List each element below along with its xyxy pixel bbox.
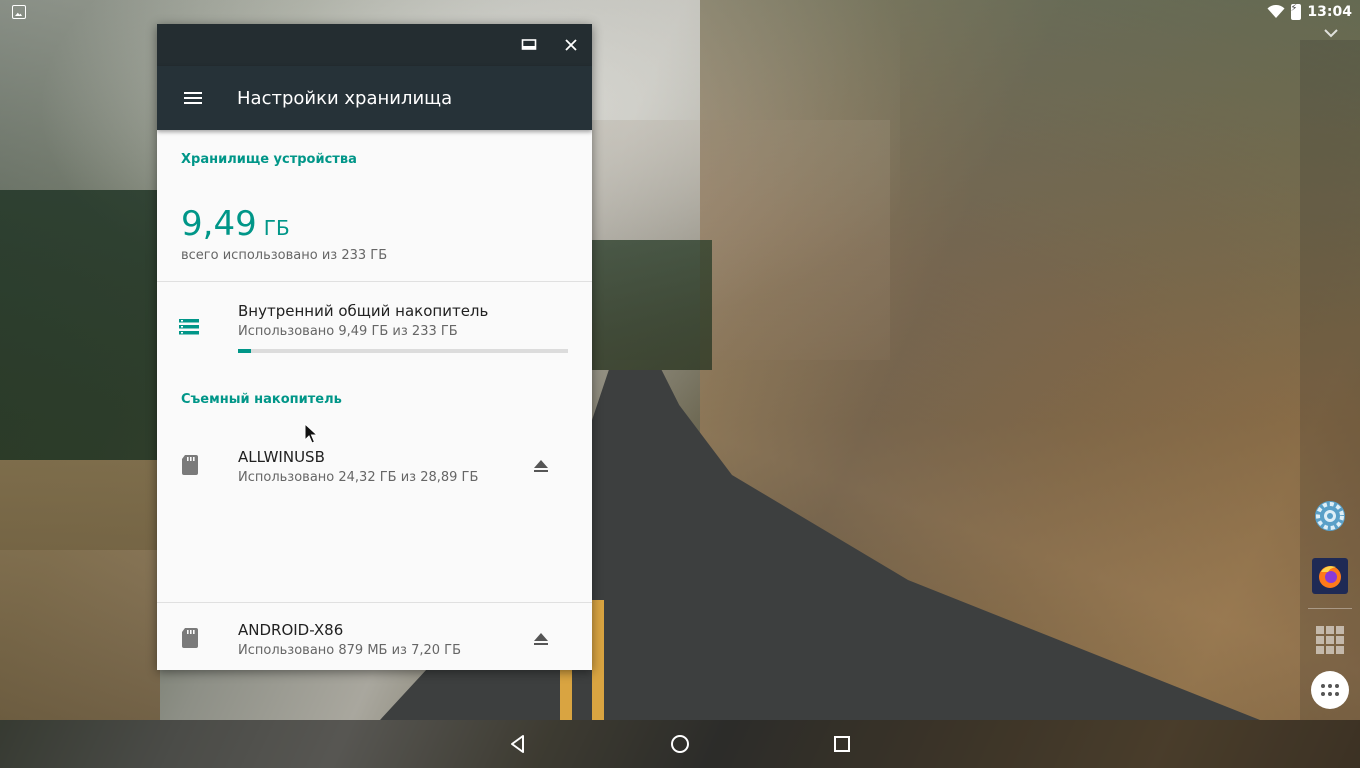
chevron-down-icon[interactable] (1324, 28, 1338, 38)
dock-all-apps-button[interactable] (1310, 670, 1350, 710)
removable-storage-usage: Использовано 24,32 ГБ из 28,89 ГБ (238, 470, 479, 485)
back-icon (511, 735, 524, 753)
dock-app-grid[interactable] (1310, 620, 1350, 660)
navigation-menu-button[interactable] (179, 84, 207, 112)
navigation-bar (0, 720, 1360, 768)
removable-storage-name: ANDROID-X86 (238, 621, 344, 639)
recents-icon (834, 736, 850, 752)
wallpaper-cliff (560, 120, 890, 360)
taskbar-dock (1300, 40, 1360, 720)
desktop-wallpaper: 13:04 (0, 0, 1360, 768)
battery-charging-icon (1290, 3, 1302, 20)
dock-firefox-app[interactable] (1310, 556, 1350, 596)
page-title: Настройки хранилища (237, 88, 453, 109)
total-used-summary: 9,49 ГБ (181, 204, 290, 244)
all-apps-icon (1311, 671, 1349, 709)
maximize-icon (521, 39, 537, 50)
home-icon (671, 735, 689, 753)
internal-storage-progress-fill (238, 349, 252, 353)
eject-icon (534, 633, 548, 645)
total-used-unit: ГБ (263, 216, 290, 240)
wallpaper-hillside (700, 0, 1360, 720)
firefox-icon (1312, 558, 1348, 594)
internal-storage-progress (238, 349, 568, 353)
status-clock: 13:04 (1307, 4, 1352, 20)
removable-storage-row[interactable]: ANDROID-X86 Использовано 879 МБ из 7,20 … (157, 603, 592, 670)
internal-storage-usage: Использовано 9,49 ГБ из 233 ГБ (238, 324, 458, 339)
dock-settings-app[interactable] (1310, 496, 1350, 536)
app-bar: Настройки хранилища (157, 66, 592, 130)
status-right-group[interactable]: 13:04 (1267, 3, 1352, 21)
hamburger-menu-icon (184, 92, 202, 104)
wallpaper-grass (0, 460, 160, 720)
section-header-device-storage: Хранилище устройства (181, 152, 357, 167)
status-bar: 13:04 (0, 0, 1360, 24)
mouse-pointer-icon (304, 423, 318, 444)
settings-gear-icon (1315, 501, 1345, 531)
close-icon (565, 39, 577, 51)
storage-list-icon (179, 319, 199, 335)
eject-icon (534, 460, 548, 472)
removable-storage-usage: Использовано 879 МБ из 7,20 ГБ (238, 643, 462, 658)
sd-card-icon (182, 455, 198, 475)
window-titlebar[interactable] (157, 24, 592, 66)
wallpaper-forest-left (0, 190, 160, 550)
window-close-button[interactable] (559, 33, 583, 57)
eject-button[interactable] (529, 627, 553, 651)
total-used-value: 9,49 (181, 204, 257, 244)
removable-storage-row[interactable]: ALLWINUSB Использовано 24,32 ГБ из 28,89… (157, 430, 592, 502)
eject-button[interactable] (529, 454, 553, 478)
nav-recents-button[interactable] (828, 730, 856, 758)
window-maximize-button[interactable] (517, 33, 541, 57)
removable-storage-name: ALLWINUSB (238, 448, 325, 466)
internal-storage-name: Внутренний общий накопитель (238, 302, 489, 320)
internal-storage-row[interactable]: Внутренний общий накопитель Использовано… (157, 282, 592, 362)
total-used-caption: всего использовано из 233 ГБ (181, 248, 388, 263)
wallpaper-forest-middle (592, 240, 712, 370)
nav-back-button[interactable] (504, 730, 532, 758)
storage-settings-window: Настройки хранилища Хранилище устройства… (157, 24, 592, 670)
dock-separator (1308, 608, 1352, 609)
nav-home-button[interactable] (666, 730, 694, 758)
sd-card-icon (182, 628, 198, 648)
screenshot-notification-icon[interactable] (12, 5, 26, 19)
section-header-removable-storage: Съемный накопитель (181, 392, 342, 407)
wifi-icon (1267, 5, 1285, 18)
app-grid-icon (1316, 626, 1344, 654)
